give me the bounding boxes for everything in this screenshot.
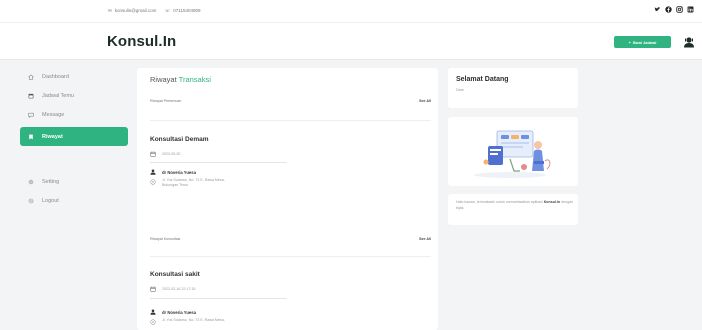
- location-icon: [150, 319, 156, 325]
- sidebar-item-dashboard[interactable]: Dashboard: [20, 70, 128, 84]
- consultation-date: 2022-02-16 22:17:15: [150, 286, 195, 292]
- doctor-info: dr Noveria Yuesa: [150, 309, 196, 315]
- gear-icon: [28, 179, 34, 185]
- bookmark-icon: [28, 134, 34, 140]
- address-line-2: Bukungan Timur: [162, 183, 189, 187]
- facebook-icon[interactable]: [665, 6, 672, 13]
- sidebar-item-label: Riwayat: [42, 133, 63, 140]
- divider: [150, 162, 287, 163]
- plus-icon: +: [628, 39, 631, 45]
- sidebar-item-label: Message: [42, 112, 65, 118]
- sidebar-item-riwayat[interactable]: Riwayat: [20, 127, 128, 146]
- address-line-1: Jl. Yos Sudarso, No. 73 E, Rawa Mesa,: [162, 178, 225, 182]
- doctor-address: Jl. Yos Sudarso, No. 73 E, Rawa Mesa, Bu…: [150, 178, 225, 188]
- consultation-illustration: [474, 130, 551, 178]
- linkedin-icon[interactable]: [687, 6, 694, 13]
- calendar-icon: [150, 286, 156, 292]
- section-header-konsultasi: Riwayat Konsultasi See All: [150, 237, 431, 241]
- home-icon: [28, 74, 34, 80]
- phone-icon: ☏: [164, 8, 171, 13]
- brand-logo[interactable]: Konsul.In: [107, 33, 176, 50]
- sidebar-item-setting[interactable]: Setting: [20, 175, 128, 189]
- title-accent: Transaksi: [178, 75, 211, 84]
- info-text-before: Halo kawan, terimakasih untuk memanfaatk…: [456, 200, 543, 204]
- email-icon: ✉: [108, 8, 112, 13]
- top-bar: ✉ konsulin@gmail.com ☏ 07115404909: [0, 0, 702, 22]
- sidebar-item-label: Logout: [42, 198, 59, 204]
- message-icon: [28, 112, 34, 118]
- illustration-card: [448, 117, 578, 186]
- title-prefix: Riwayat: [150, 75, 177, 84]
- contact-phone[interactable]: 07115404909: [173, 8, 200, 13]
- divider: [150, 120, 431, 121]
- calendar-icon: [28, 93, 34, 99]
- consultation-date: 2022-05-30: [150, 151, 180, 157]
- sidebar-item-label: Setting: [42, 179, 60, 185]
- doctor-address: Jl. Yos Sudarso, No. 73 E, Rawa Mesa,: [150, 318, 225, 325]
- sidebar-item-label: Jadwal Temu: [42, 93, 74, 99]
- doctor-name: dr Noveria Yuesa: [162, 309, 196, 315]
- social-links: [654, 6, 694, 13]
- section-header-pertemuan: Riwayat Pertemuan See All: [150, 99, 431, 103]
- see-all-link[interactable]: See All: [419, 237, 431, 241]
- section-heading: Riwayat Konsultasi: [150, 237, 181, 241]
- info-brand: Konsul.In: [543, 200, 561, 204]
- sidebar-item-message[interactable]: Message: [20, 108, 128, 122]
- section-heading: Riwayat Pertemuan: [150, 99, 182, 103]
- welcome-title: Selamat Datang: [456, 76, 509, 83]
- welcome-subtitle: Dear: [456, 88, 464, 92]
- sidebar: Dashboard Jadwal Temu Message Riwayat Se…: [20, 70, 128, 213]
- riwayat-transaksi-card: Riwayat Transaksi Riwayat Pertemuan See …: [137, 68, 438, 330]
- doctor-info: dr Noveria Yuesa: [150, 169, 196, 175]
- instagram-icon[interactable]: [676, 6, 683, 13]
- twitter-icon[interactable]: [654, 6, 661, 13]
- contact-info: ✉ konsulin@gmail.com ☏ 07115404909: [108, 8, 203, 14]
- address-line-1: Jl. Yos Sudarso, No. 73 E, Rawa Mesa,: [162, 318, 225, 322]
- see-all-link[interactable]: See All: [419, 99, 431, 103]
- user-icon: [150, 169, 156, 175]
- page-title: Riwayat Transaksi: [150, 75, 211, 84]
- sidebar-item-logout[interactable]: Logout: [20, 194, 128, 208]
- info-message: Halo kawan, terimakasih untuk memanfaatk…: [456, 200, 574, 211]
- info-card: Halo kawan, terimakasih untuk memanfaatk…: [448, 194, 578, 225]
- divider: [150, 256, 431, 257]
- location-icon: [150, 179, 156, 185]
- logout-icon: [28, 198, 34, 204]
- doctor-name: dr Noveria Yuesa: [162, 169, 196, 175]
- user-icon: [150, 309, 156, 315]
- welcome-card: Selamat Datang Dear: [448, 68, 578, 108]
- calendar-icon: [150, 151, 156, 157]
- date-value: 2022-05-30: [162, 152, 181, 156]
- buat-jadwal-button[interactable]: + Buat Jadwal: [614, 36, 671, 48]
- consultation-title[interactable]: Konsultasi Demam: [150, 136, 209, 143]
- user-avatar-icon[interactable]: [683, 36, 695, 48]
- divider: [150, 298, 287, 299]
- buat-jadwal-label: Buat Jadwal: [633, 39, 657, 45]
- sidebar-item-jadwal-temu[interactable]: Jadwal Temu: [20, 89, 128, 103]
- navbar: Konsul.In + Buat Jadwal: [0, 22, 702, 60]
- contact-email[interactable]: konsulin@gmail.com: [115, 8, 157, 13]
- consultation-title[interactable]: Konsultasi sakit: [150, 271, 200, 278]
- sidebar-item-label: Dashboard: [42, 74, 69, 80]
- date-value: 2022-02-16 22:17:15: [162, 287, 196, 291]
